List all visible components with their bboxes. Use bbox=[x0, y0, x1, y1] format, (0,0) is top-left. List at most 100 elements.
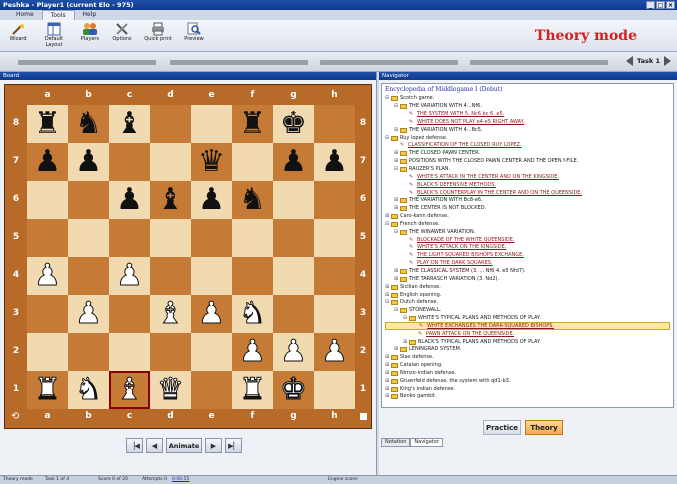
tree-item[interactable]: ⊞ Sicilian defense. bbox=[385, 283, 670, 291]
square-h6[interactable] bbox=[314, 181, 355, 219]
black-pawn-icon[interactable]: ♟ bbox=[198, 185, 225, 215]
square-c5[interactable] bbox=[109, 219, 150, 257]
white-pawn-icon[interactable]: ♟ bbox=[321, 336, 349, 367]
white-pawn-icon[interactable]: ♟ bbox=[280, 336, 308, 367]
close-button[interactable]: × bbox=[666, 1, 675, 9]
tree-item[interactable]: ✎ WHITE'S ATTACK ON THE KINGSIDE. bbox=[385, 244, 670, 252]
black-bishop-icon[interactable]: ♝ bbox=[157, 185, 184, 215]
square-h8[interactable] bbox=[314, 105, 355, 143]
square-c3[interactable] bbox=[109, 295, 150, 333]
square-d8[interactable] bbox=[150, 105, 191, 143]
tree-item[interactable]: ✎ CLASSIFICATION OF THE CLOSED RUY LOPEZ. bbox=[385, 142, 670, 150]
square-d4[interactable] bbox=[150, 257, 191, 295]
white-pawn-icon[interactable]: ♟ bbox=[198, 298, 226, 329]
square-e5[interactable] bbox=[191, 219, 232, 257]
square-f8[interactable]: ♜ bbox=[232, 105, 273, 143]
default-layout-button[interactable]: Default Layout bbox=[36, 20, 72, 50]
black-pawn-icon[interactable]: ♟ bbox=[280, 147, 307, 177]
tree-item[interactable]: ⊞ Catalan opening. bbox=[385, 362, 670, 370]
tree-item[interactable]: ✎ BLOCKADE OF THE WHITE QUEENSIDE. bbox=[385, 236, 670, 244]
black-knight-icon[interactable]: ♞ bbox=[239, 185, 266, 215]
square-f5[interactable] bbox=[232, 219, 273, 257]
square-a3[interactable] bbox=[27, 295, 68, 333]
square-c7[interactable] bbox=[109, 143, 150, 181]
tree-item[interactable]: ⊞ King's indian defense. bbox=[385, 385, 670, 393]
square-g7[interactable]: ♟ bbox=[273, 143, 314, 181]
square-b7[interactable]: ♟ bbox=[68, 143, 109, 181]
tree-item[interactable]: ⊟ Scotch game. bbox=[385, 95, 670, 103]
black-pawn-icon[interactable]: ♟ bbox=[116, 185, 143, 215]
square-f7[interactable] bbox=[232, 143, 273, 181]
square-d3[interactable]: ♝ bbox=[150, 295, 191, 333]
square-e6[interactable]: ♟ bbox=[191, 181, 232, 219]
square-d5[interactable] bbox=[150, 219, 191, 257]
tree-item[interactable]: ⊞ Gruenfeld defense, the system with qd1-… bbox=[385, 377, 670, 385]
wizard-button[interactable]: Wizard bbox=[4, 20, 32, 50]
tree-item[interactable]: ⊞ Benko gambit. bbox=[385, 393, 670, 401]
tree-item[interactable]: ⊟ Ruy lopez defense. bbox=[385, 134, 670, 142]
minimize-button[interactable]: _ bbox=[646, 1, 655, 9]
square-f1[interactable]: ♜ bbox=[232, 371, 273, 409]
tree-item[interactable]: ✎ WHITE EXCHANGES THE DARK-SQUARED BISHOP… bbox=[385, 322, 670, 331]
tree-item[interactable]: ⊞ Caro-kann defense. bbox=[385, 213, 670, 221]
maximize-button[interactable]: □ bbox=[656, 1, 665, 9]
square-b4[interactable] bbox=[68, 257, 109, 295]
theory-button[interactable]: Theory bbox=[525, 420, 563, 435]
players-button[interactable]: Players bbox=[76, 20, 104, 50]
square-a6[interactable] bbox=[27, 181, 68, 219]
white-rook-icon[interactable]: ♜ bbox=[239, 374, 267, 405]
square-e8[interactable] bbox=[191, 105, 232, 143]
white-knight-icon[interactable]: ♞ bbox=[239, 298, 267, 329]
square-h5[interactable] bbox=[314, 219, 355, 257]
square-h2[interactable]: ♟ bbox=[314, 333, 355, 371]
tree-item[interactable]: ✎ PLAY ON THE DARK SQUARES. bbox=[385, 260, 670, 268]
rotate-board-icon[interactable]: ⟲ bbox=[11, 411, 19, 422]
square-c4[interactable]: ♟ bbox=[109, 257, 150, 295]
square-a7[interactable]: ♟ bbox=[27, 143, 68, 181]
square-f2[interactable]: ♟ bbox=[232, 333, 273, 371]
tree-item[interactable]: ⊟ Dutch defense. bbox=[385, 299, 670, 307]
tree-item[interactable]: ⊞ THE VARIATION WITH Bc8-e6. bbox=[385, 197, 670, 205]
square-b1[interactable]: ♞ bbox=[68, 371, 109, 409]
first-move-button[interactable]: ▕◀ bbox=[126, 438, 143, 453]
black-queen-icon[interactable]: ♛ bbox=[198, 147, 225, 177]
square-e2[interactable] bbox=[191, 333, 232, 371]
square-h7[interactable]: ♟ bbox=[314, 143, 355, 181]
square-g6[interactable] bbox=[273, 181, 314, 219]
tree-item[interactable]: ⊟ WHITE'S TYPICAL PLANS AND METHODS OF PL… bbox=[385, 315, 670, 323]
black-pawn-icon[interactable]: ♟ bbox=[321, 147, 348, 177]
white-bishop-icon[interactable]: ♝ bbox=[157, 298, 185, 329]
tree-item[interactable]: ⊟ STONEWALL. bbox=[385, 307, 670, 315]
tree-item[interactable]: ✎ PAWN ATTACK ON THE QUEENSIDE. bbox=[385, 330, 670, 338]
quick-print-button[interactable]: Quick print bbox=[140, 20, 176, 50]
black-pawn-icon[interactable]: ♟ bbox=[34, 147, 61, 177]
tree-item[interactable]: ⊞ Slav defense. bbox=[385, 354, 670, 362]
square-b3[interactable]: ♟ bbox=[68, 295, 109, 333]
square-a1[interactable]: ♜ bbox=[27, 371, 68, 409]
black-bishop-icon[interactable]: ♝ bbox=[116, 109, 143, 139]
tree-item[interactable]: ⊞ LENINGRAD SYSTEM. bbox=[385, 346, 670, 354]
tab-tools[interactable]: Tools bbox=[41, 10, 75, 20]
square-g1[interactable]: ♚ bbox=[273, 371, 314, 409]
square-g5[interactable] bbox=[273, 219, 314, 257]
square-f6[interactable]: ♞ bbox=[232, 181, 273, 219]
square-g8[interactable]: ♚ bbox=[273, 105, 314, 143]
square-f4[interactable] bbox=[232, 257, 273, 295]
next-task-icon[interactable] bbox=[664, 56, 671, 66]
square-b6[interactable] bbox=[68, 181, 109, 219]
tab-help[interactable]: Help bbox=[75, 10, 105, 20]
black-rook-icon[interactable]: ♜ bbox=[239, 109, 266, 139]
square-g4[interactable] bbox=[273, 257, 314, 295]
tree-item[interactable]: ✎ THE SYSTEM WITH 5. Nc6 bc 6. e5. bbox=[385, 111, 670, 119]
tree-item[interactable]: ⊞ THE CENTER IS NOT BLOCKED. bbox=[385, 205, 670, 213]
square-c8[interactable]: ♝ bbox=[109, 105, 150, 143]
tab-notation[interactable]: Notation bbox=[381, 438, 411, 447]
white-pawn-icon[interactable]: ♟ bbox=[239, 336, 267, 367]
practice-button[interactable]: Practice bbox=[483, 420, 521, 435]
square-d1[interactable]: ♛ bbox=[150, 371, 191, 409]
chess-board[interactable]: ♜ ♞ ♝ ♜ ♚ ♟ ♟ ♛ ♟ ♟ ♟ ♝ ♟ ♞ ♟ ♟ ♟ ♝ ♟ ♞ ♟ ♟ ♟ ♜ ♞ ♝ ♛ ♜ ♚ bbox=[27, 105, 355, 409]
tree-item[interactable]: ✎ THE LIGHT-SQUARED BISHOPS EXCHANGE. bbox=[385, 252, 670, 260]
white-bishop-icon[interactable]: ♝ bbox=[116, 374, 144, 405]
square-c2[interactable] bbox=[109, 333, 150, 371]
square-e3[interactable]: ♟ bbox=[191, 295, 232, 333]
